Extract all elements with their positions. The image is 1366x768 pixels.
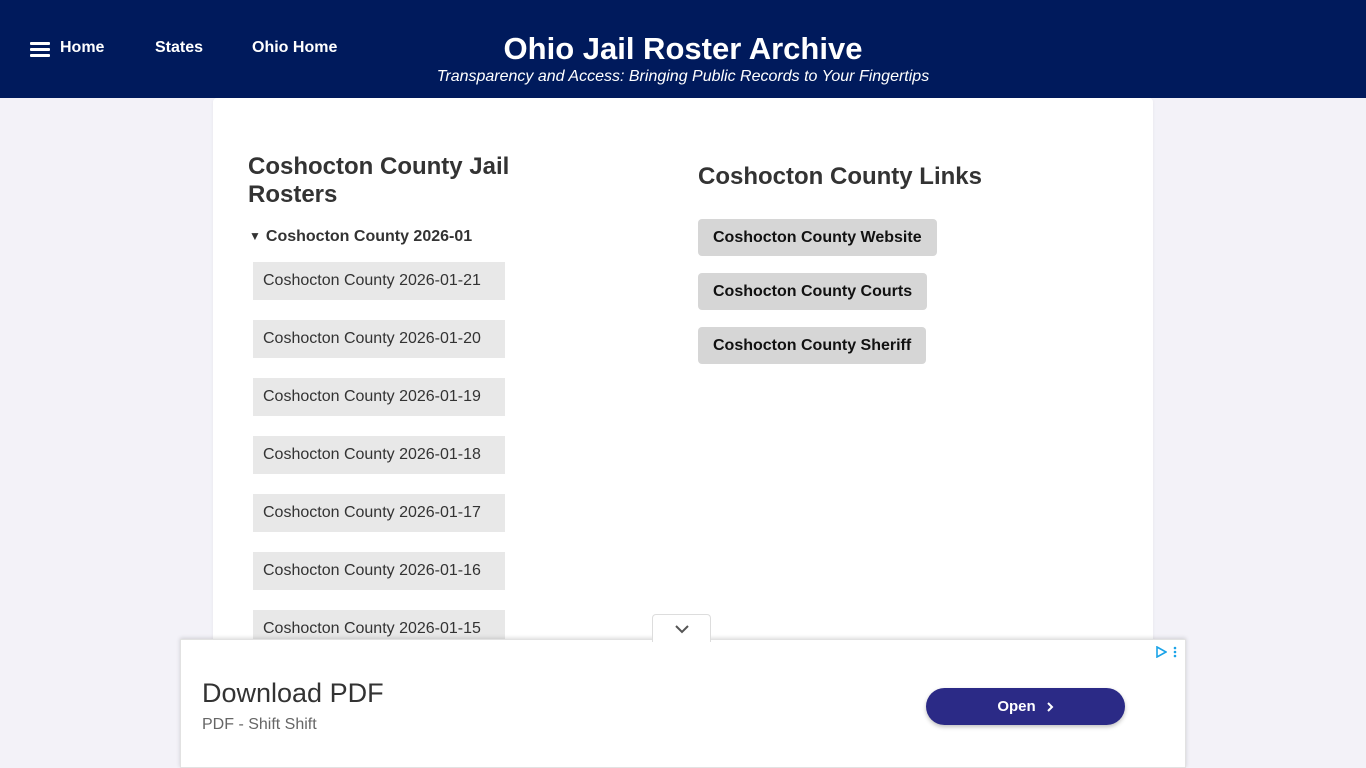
ad-collapse-button[interactable] [652,614,711,642]
roster-link-2026-01-21[interactable]: Coshocton County 2026-01-21 [253,262,505,300]
site-tagline: Transparency and Access: Bringing Public… [436,68,930,85]
triangle-down-icon: ▼ [249,229,261,243]
ad-open-button[interactable]: Open [926,688,1125,725]
ad-banner[interactable]: Download PDF PDF - Shift Shift Open [180,639,1186,768]
rosters-heading-line1: Coshocton County Jail [248,153,510,180]
adchoices-icon[interactable] [1155,646,1167,658]
site-header: Home States Ohio Home Ohio Jail Roster A… [0,0,1366,98]
county-courts-button[interactable]: Coshocton County Courts [698,273,928,310]
roster-link-2026-01-18[interactable]: Coshocton County 2026-01-18 [253,436,505,474]
site-title: Ohio Jail Roster Archive [503,31,863,66]
chevron-down-icon [674,624,689,633]
chevron-right-icon [1046,701,1054,712]
ad-subtitle: PDF - Shift Shift [202,716,317,733]
roster-link-2026-01-16[interactable]: Coshocton County 2026-01-16 [253,552,505,590]
county-sheriff-button[interactable]: Coshocton County Sheriff [698,327,927,364]
roster-link-2026-01-20[interactable]: Coshocton County 2026-01-20 [253,320,505,358]
ad-open-label: Open [997,698,1036,715]
links-heading: Coshocton County Links [698,163,982,190]
rosters-heading: Coshocton County Jail Rosters [248,153,509,209]
ad-choices[interactable] [1155,646,1177,658]
roster-link-2026-01-17[interactable]: Coshocton County 2026-01-17 [253,494,505,532]
rosters-heading-line2: Rosters [248,181,338,208]
ad-title: Download PDF [202,678,384,708]
month-group-toggle[interactable]: ▼ Coshocton County 2026-01 [249,228,472,246]
more-options-icon[interactable] [1173,646,1177,658]
county-website-button[interactable]: Coshocton County Website [698,219,937,256]
roster-link-2026-01-19[interactable]: Coshocton County 2026-01-19 [253,378,505,416]
month-group-label: Coshocton County 2026-01 [265,228,473,245]
